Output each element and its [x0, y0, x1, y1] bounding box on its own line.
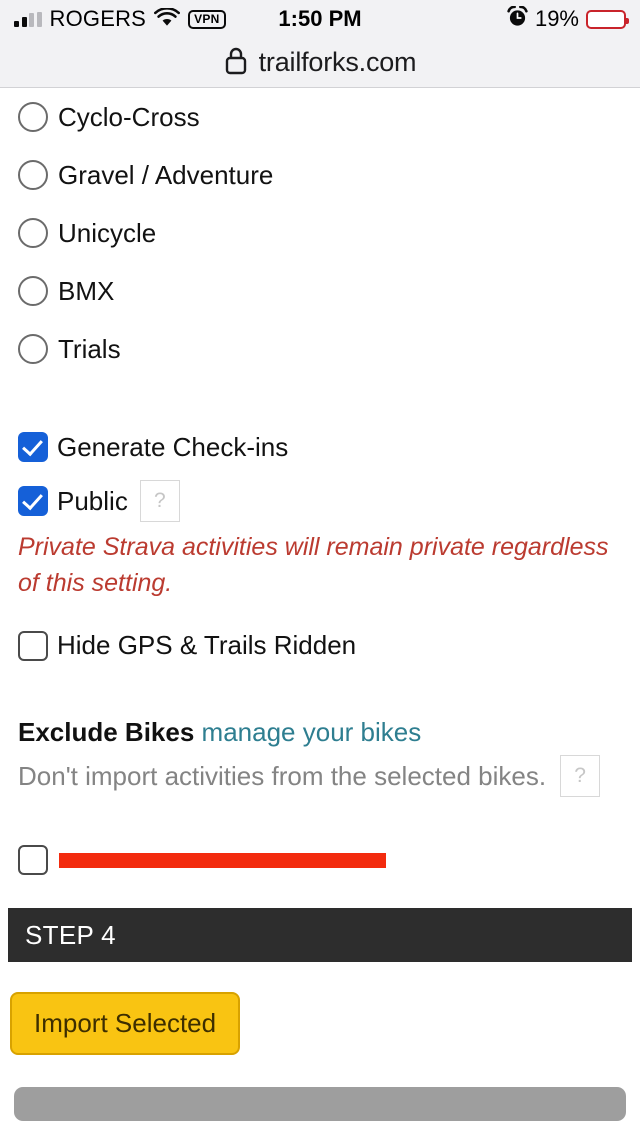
radio-option-label: Unicycle [58, 217, 157, 248]
checkbox-generate-checkins[interactable]: Generate Check-ins [18, 420, 622, 474]
help-icon-exclude-bikes[interactable]: ? [560, 755, 601, 798]
step-label: STEP 4 [25, 919, 116, 950]
public-warning-text: Private Strava activities will remain pr… [18, 533, 609, 597]
lock-icon [224, 45, 248, 80]
status-bar-left: ROGERS VPN [14, 6, 226, 33]
radio-option-trials[interactable]: Trials [18, 320, 622, 378]
ios-status-bar: ROGERS VPN 1:50 PM 19% [0, 0, 640, 38]
browser-url-bar[interactable]: trailforks.com [0, 38, 640, 88]
radio-option-label: Trials [58, 333, 121, 364]
checkbox-label: Public [57, 485, 128, 516]
activity-type-options: Cyclo-Cross Gravel / Adventure Unicycle … [18, 88, 622, 378]
radio-circle-icon[interactable] [18, 102, 48, 132]
checkbox-label: Generate Check-ins [57, 431, 289, 462]
radio-option-label: BMX [58, 275, 115, 306]
exclude-bikes-heading: Exclude Bikes manage your bikes [18, 717, 622, 748]
checkbox-public[interactable]: Public ? [18, 474, 622, 528]
checkbox-unchecked-icon[interactable] [18, 845, 48, 876]
signal-bars-icon [14, 11, 42, 27]
alarm-clock-icon [507, 4, 528, 33]
bottom-redacted-bar [14, 1087, 626, 1122]
checkbox-checked-icon[interactable] [18, 432, 48, 462]
battery-icon [586, 9, 629, 29]
radio-option-label: Gravel / Adventure [58, 159, 274, 190]
manage-your-bikes-link[interactable]: manage your bikes [202, 717, 422, 747]
exclude-bikes-description: Don't import activities from the selecte… [18, 760, 547, 791]
checkbox-checked-icon[interactable] [18, 486, 48, 516]
battery-percent: 19% [534, 6, 579, 31]
radio-circle-icon[interactable] [18, 334, 48, 364]
exclude-bikes-description-row: Don't import activities from the selecte… [18, 755, 622, 798]
radio-option-cyclo-cross[interactable]: Cyclo-Cross [18, 88, 622, 146]
page-content: Cyclo-Cross Gravel / Adventure Unicycle … [0, 88, 640, 876]
import-selected-button[interactable]: Import Selected [10, 992, 241, 1056]
actions-area: Import Selected [0, 962, 640, 1056]
checkbox-unchecked-icon[interactable] [18, 631, 48, 661]
radio-option-bmx[interactable]: BMX [18, 262, 622, 320]
checkbox-label: Hide GPS & Trails Ridden [57, 630, 357, 660]
radio-circle-icon[interactable] [18, 276, 48, 306]
url-text: trailforks.com [258, 47, 417, 77]
radio-circle-icon[interactable] [18, 160, 48, 190]
help-icon-public[interactable]: ? [139, 480, 180, 522]
step-header-bar: STEP 4 [8, 908, 632, 963]
wifi-icon [154, 6, 181, 33]
carrier-name: ROGERS [49, 6, 147, 31]
radio-option-unicycle[interactable]: Unicycle [18, 204, 622, 262]
vpn-badge-icon: VPN [188, 9, 226, 29]
bike-list-item[interactable] [18, 845, 622, 876]
exclude-bikes-title: Exclude Bikes [18, 717, 195, 747]
redacted-bike-name [59, 852, 386, 868]
radio-circle-icon[interactable] [18, 218, 48, 248]
radio-option-gravel-adventure[interactable]: Gravel / Adventure [18, 146, 622, 204]
checkbox-hide-gps[interactable]: Hide GPS & Trails Ridden [18, 601, 622, 673]
status-bar-right: 19% [507, 4, 629, 33]
radio-option-label: Cyclo-Cross [58, 101, 200, 132]
